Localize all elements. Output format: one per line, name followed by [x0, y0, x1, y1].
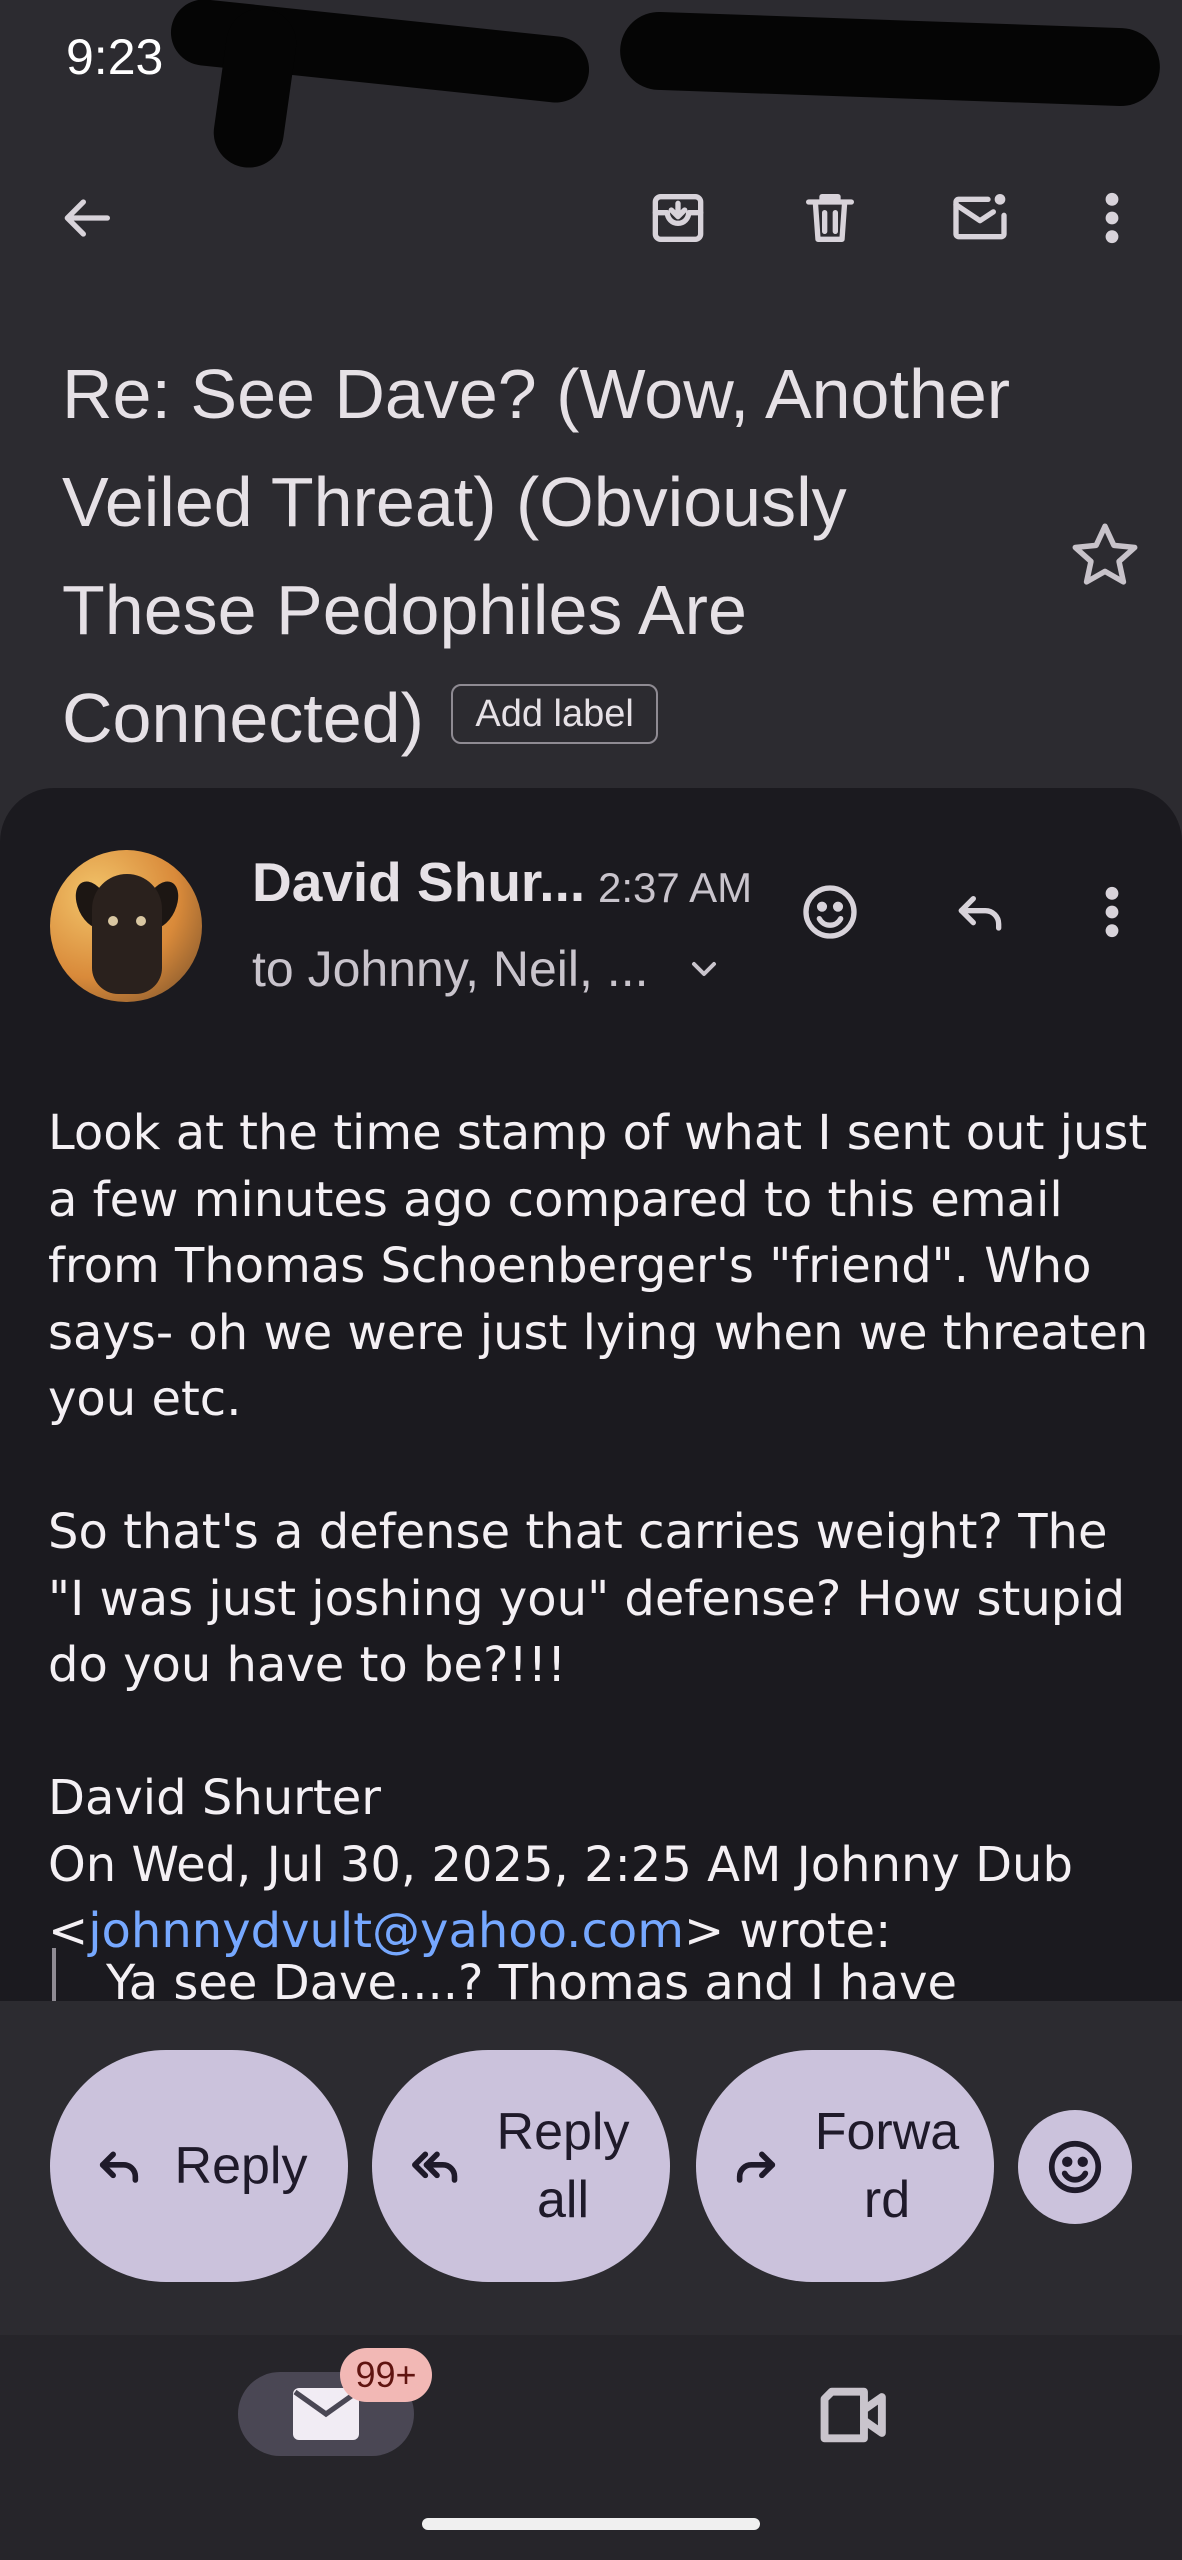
reply-icon: [99, 2151, 138, 2183]
chevron-down-icon: [692, 962, 717, 976]
nav-meet-tab[interactable]: [812, 2372, 898, 2458]
reply-icon-button[interactable]: [930, 862, 1030, 962]
signature: David Shurter: [48, 1770, 381, 1826]
react-button[interactable]: [780, 862, 880, 962]
reply-all-label: Reply all: [496, 2103, 630, 2229]
reply-icon: [958, 896, 1002, 931]
reply-label: Reply: [174, 2137, 308, 2195]
archive-button[interactable]: [628, 168, 728, 268]
emoji-react-button[interactable]: [1018, 2110, 1132, 2224]
redaction-mark: [618, 10, 1162, 108]
back-button[interactable]: [36, 168, 136, 268]
video-camera-icon: [820, 2387, 886, 2443]
more-options-button[interactable]: [1062, 168, 1162, 268]
archive-icon: [652, 194, 704, 242]
avatar-dog: [92, 874, 162, 994]
add-label-button[interactable]: Add label: [451, 683, 658, 744]
subject-heading: Re: See Dave? (Wow, Another Veiled Threa…: [62, 340, 1052, 772]
quote-header: On Wed, Jul 30, 2025, 2:25 AM Johnny Dub…: [48, 1837, 1088, 1960]
avatar[interactable]: [50, 850, 202, 1002]
unread-count-badge: 99+: [340, 2348, 432, 2402]
reply-button[interactable]: Reply: [50, 2050, 348, 2282]
delete-button[interactable]: [780, 168, 880, 268]
quoted-text: Ya see Dave....? Thomas and I have: [52, 1948, 1152, 2002]
reply-all-button[interactable]: Reply all: [372, 2050, 670, 2282]
more-vert-icon: [1105, 886, 1119, 938]
message-time: 2:37 AM: [598, 864, 753, 911]
body-paragraph: So that's a defense that carries weight?…: [48, 1504, 1141, 1693]
forward-button[interactable]: Forwa rd: [696, 2050, 994, 2282]
avatar-dog-eye: [136, 916, 146, 926]
sender-name[interactable]: David Shur...: [252, 850, 585, 914]
status-time: 9:23: [66, 29, 164, 85]
mark-unread-icon: [953, 194, 1007, 240]
arrow-back-icon: [64, 199, 110, 237]
recipients-text: to Johnny, Neil, ...: [252, 941, 649, 997]
emoji-icon: [803, 885, 857, 939]
message-more-button[interactable]: [1062, 862, 1162, 962]
star-button[interactable]: [1064, 516, 1146, 598]
forward-label: Forwa rd: [814, 2103, 960, 2229]
home-indicator[interactable]: [422, 2518, 760, 2530]
avatar-dog-eye: [108, 916, 118, 926]
recipients-toggle[interactable]: to Johnny, Neil, ...: [252, 940, 724, 998]
reply-all-icon: [412, 2151, 458, 2183]
star-outline-icon: [1072, 523, 1138, 585]
body-paragraph: Look at the time stamp of what I sent ou…: [48, 1105, 1164, 1427]
more-vert-icon: [1105, 192, 1119, 244]
trash-icon: [806, 194, 854, 242]
message-body: Look at the time stamp of what I sent ou…: [48, 1100, 1158, 1965]
forward-icon: [736, 2151, 776, 2183]
mark-unread-button[interactable]: [930, 168, 1030, 268]
emoji-icon: [1048, 2140, 1102, 2194]
